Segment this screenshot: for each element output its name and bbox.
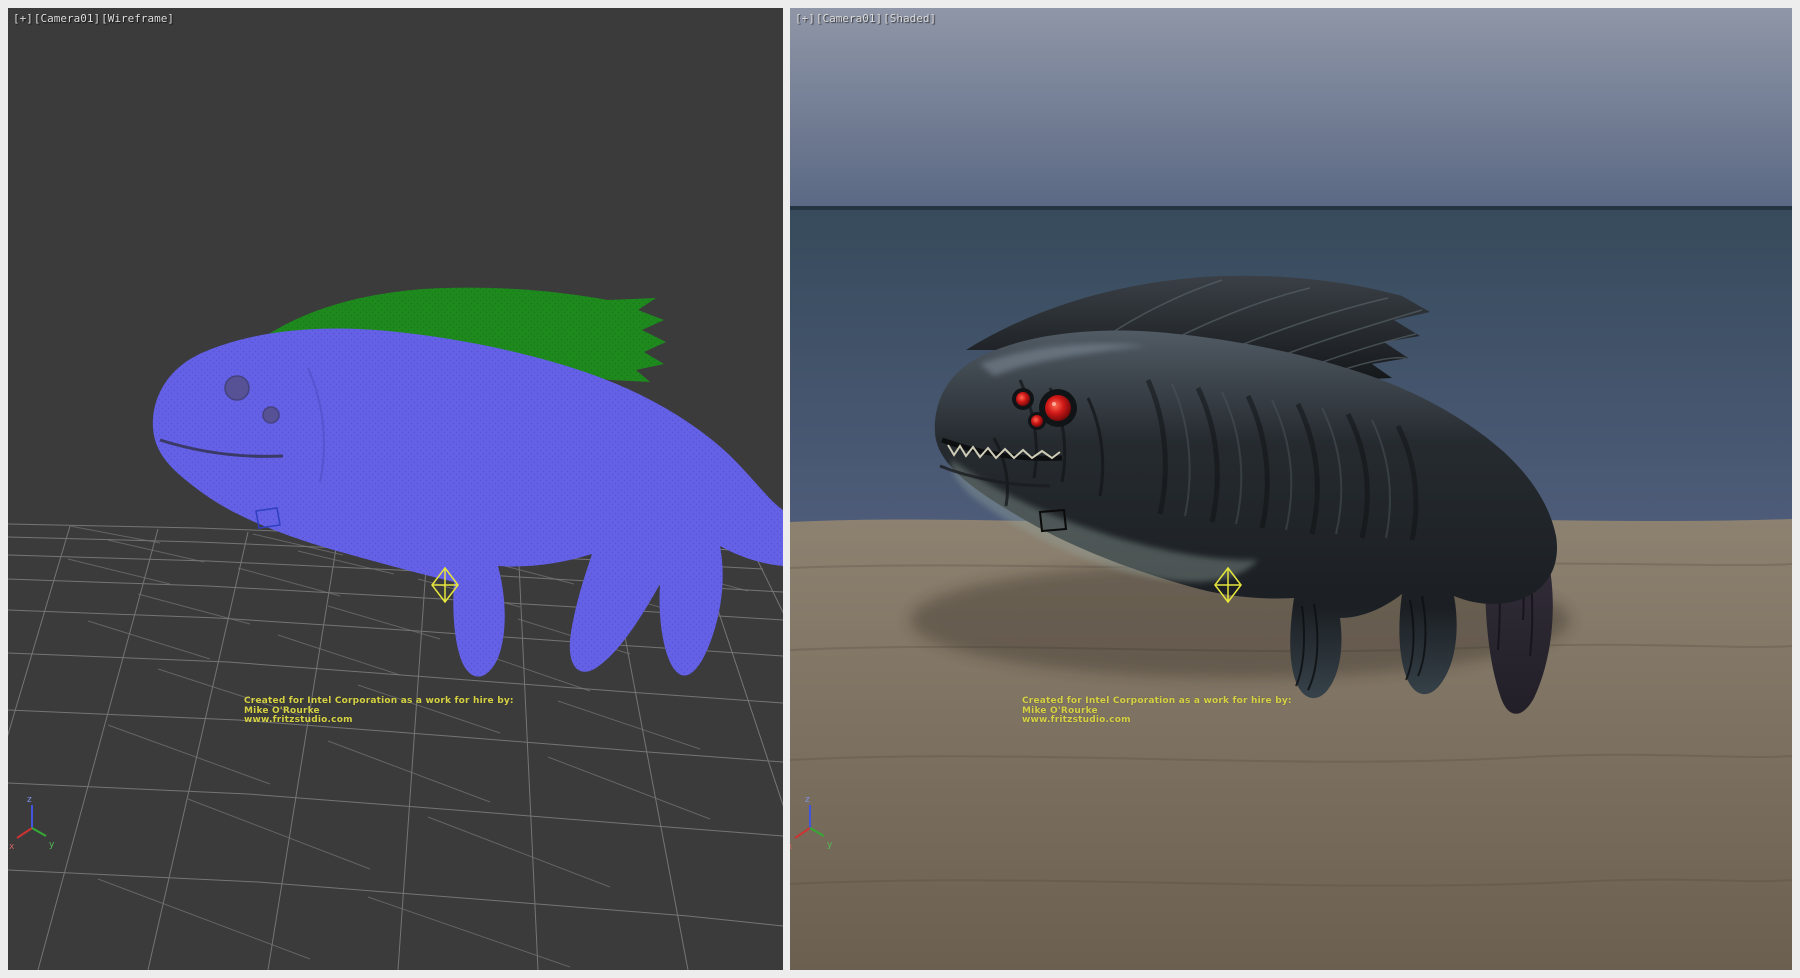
horizon-line xyxy=(790,206,1792,210)
viewport-general-menu[interactable]: [+] xyxy=(13,12,33,25)
fish-eye-spot-large xyxy=(225,376,249,400)
viewport-general-menu[interactable]: [+] xyxy=(795,12,815,25)
red-eye-lower xyxy=(1031,415,1043,427)
viewport-label-left: [+][Camera01][Wireframe] xyxy=(13,12,175,25)
axis-z-label: z xyxy=(27,795,32,805)
credit-watermark: Created for Intel Corporation as a work … xyxy=(1022,697,1292,726)
viewport-pov-menu[interactable]: [Camera01] xyxy=(816,12,882,25)
viewport-shading-menu[interactable]: [Wireframe] xyxy=(101,12,174,25)
viewport-shading-menu[interactable]: [Shaded] xyxy=(883,12,936,25)
credit-watermark: Created for Intel Corporation as a work … xyxy=(244,697,514,726)
max-viewport-layout: z x y [+][Camera01][Wireframe] Created f… xyxy=(0,0,1800,978)
eye-specular xyxy=(1052,402,1056,406)
viewport-shaded[interactable]: z x y [+][Camera01][Shaded] Created for … xyxy=(790,8,1792,970)
fish-eye-spot-small xyxy=(263,407,279,423)
viewport-wireframe[interactable]: z x y [+][Camera01][Wireframe] Created f… xyxy=(8,8,783,970)
axis-z-label: z xyxy=(805,795,810,805)
wireframe-canvas[interactable]: z x y xyxy=(8,8,783,970)
axis-x-label: x xyxy=(9,842,15,852)
sky-background xyxy=(790,8,1792,206)
watermark-line-3: www.fritzstudio.com xyxy=(244,716,514,726)
red-eye-upper xyxy=(1016,392,1030,406)
axis-y-label: y xyxy=(49,840,55,850)
viewport-label-right: [+][Camera01][Shaded] xyxy=(795,12,937,25)
axis-y-label: y xyxy=(827,840,833,850)
watermark-line-3: www.fritzstudio.com xyxy=(1022,716,1292,726)
red-eye-large xyxy=(1045,395,1071,421)
viewport-pov-menu[interactable]: [Camera01] xyxy=(34,12,100,25)
shaded-canvas[interactable]: z x y xyxy=(790,8,1792,970)
